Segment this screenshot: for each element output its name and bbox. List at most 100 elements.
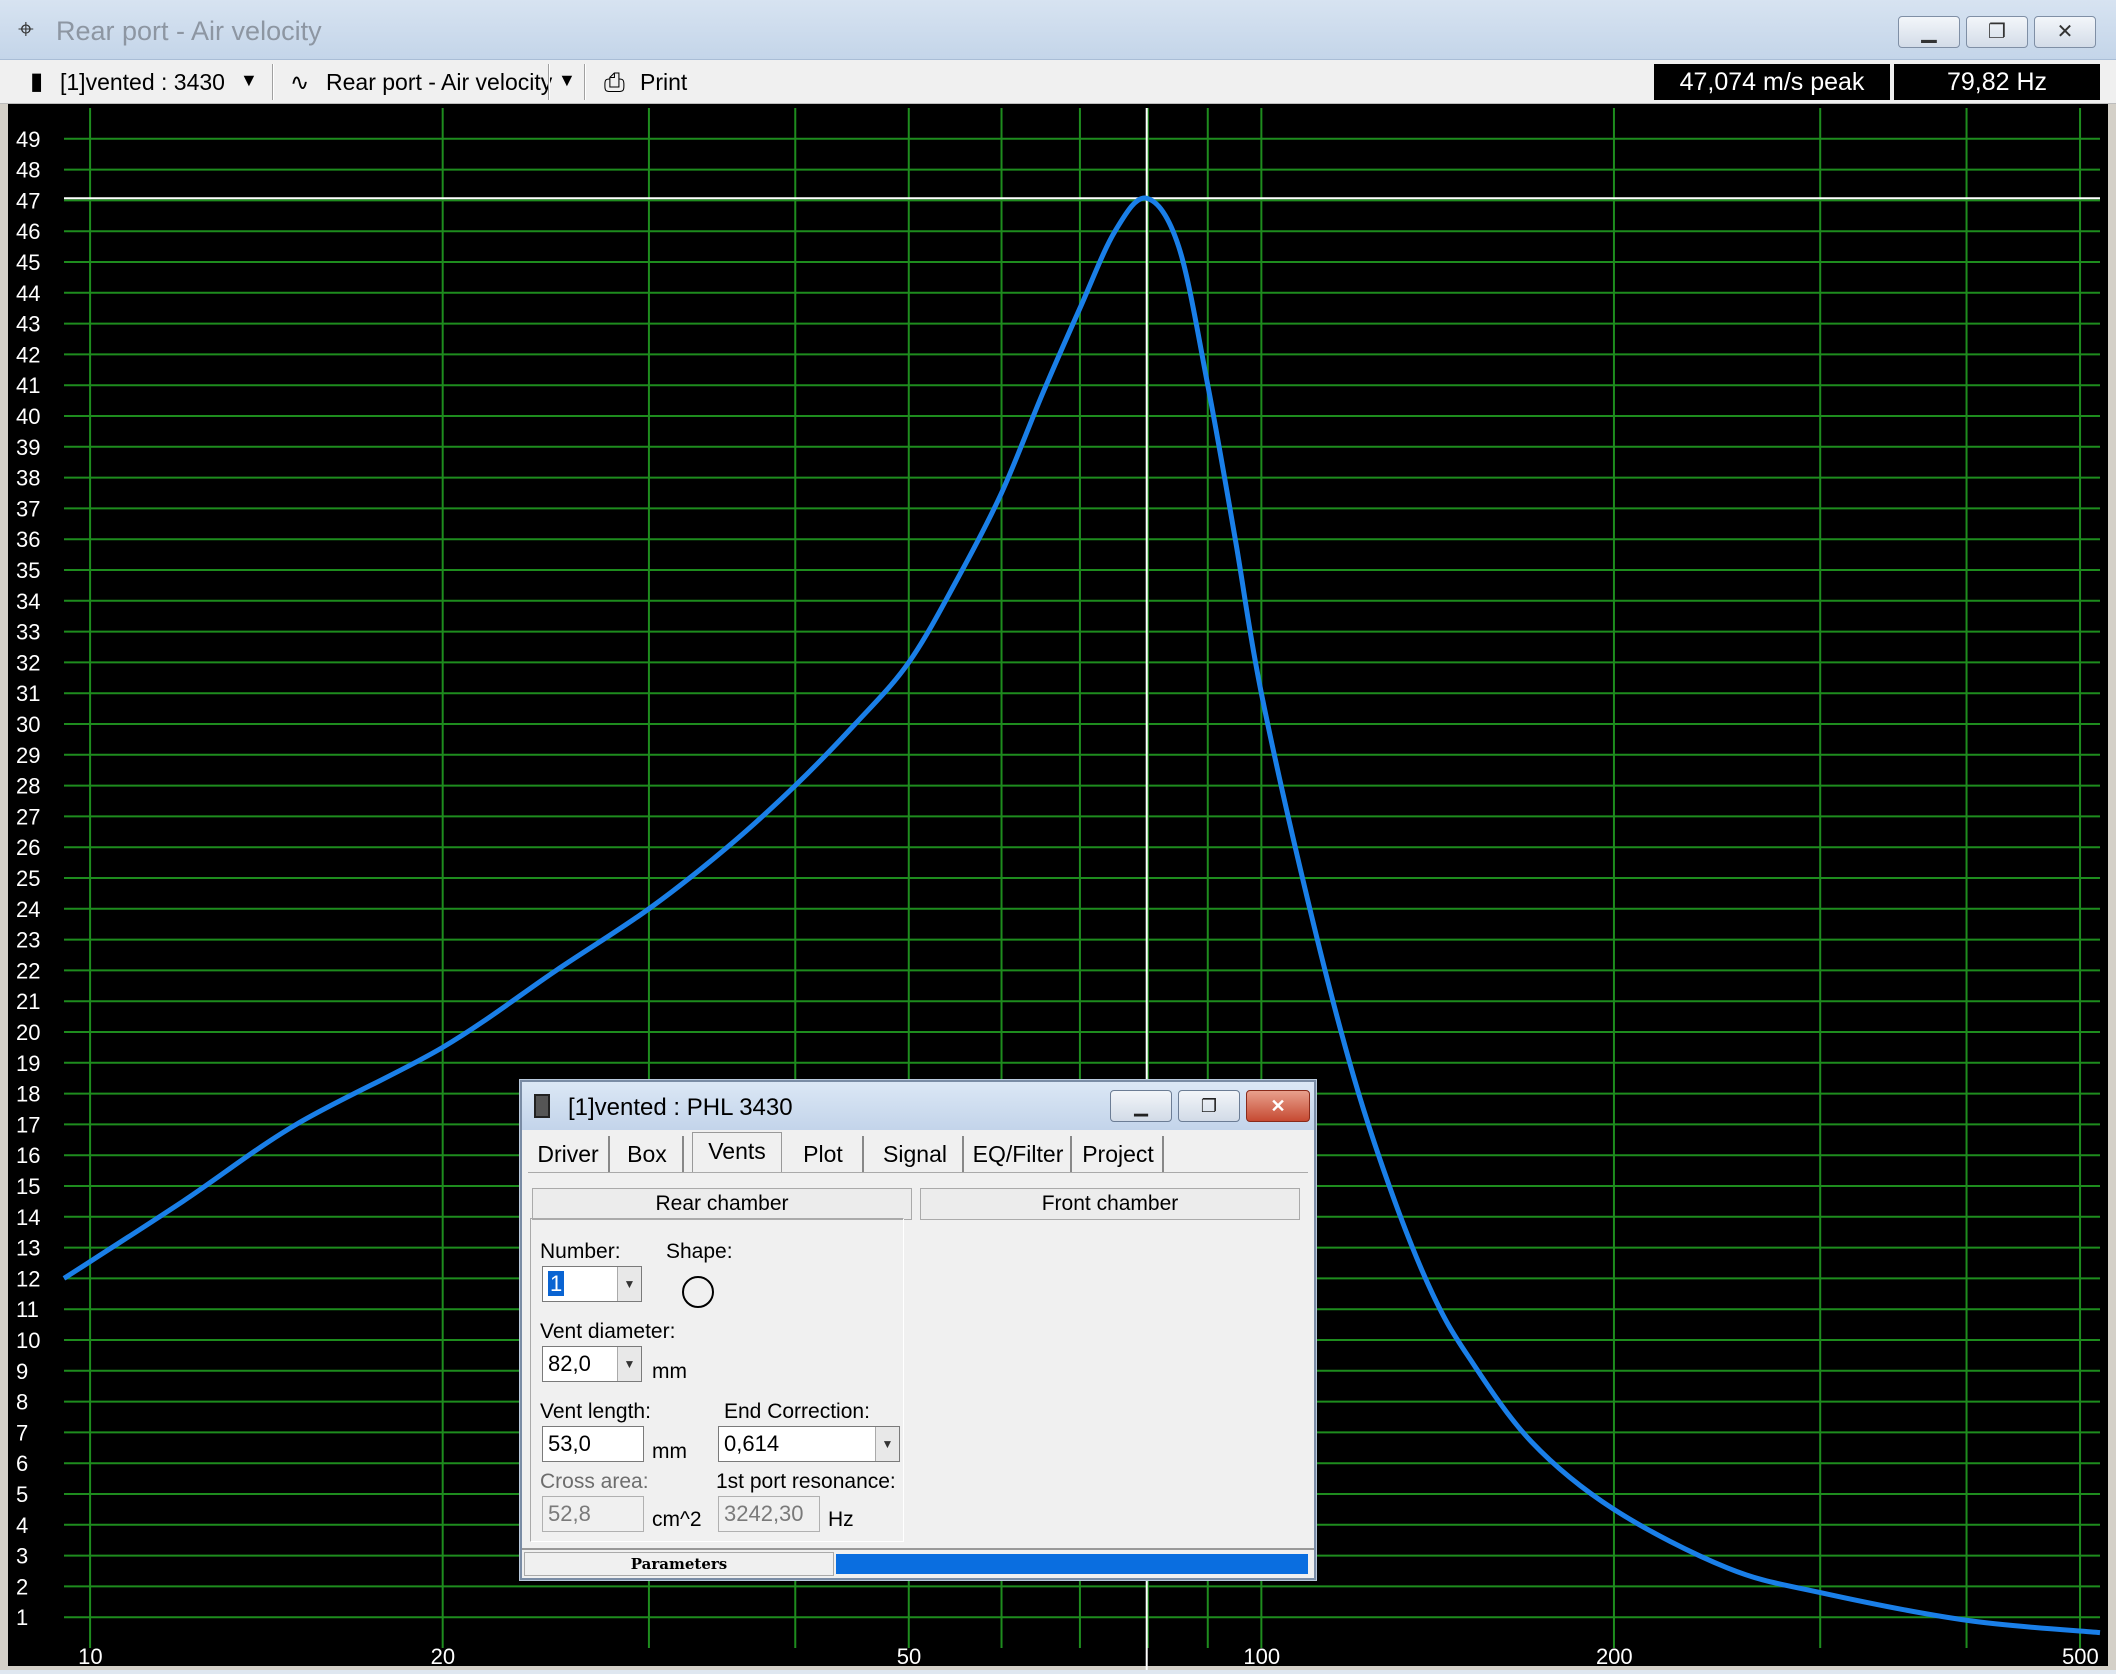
x-tick-label: 10 (78, 1644, 102, 1669)
tab-strip: Driver Box Vents Plot Signal EQ/Filter P… (522, 1132, 1314, 1172)
y-tick-label: 9 (16, 1359, 28, 1384)
y-tick-label: 49 (16, 127, 40, 152)
vent-diameter-value: 82,0 (548, 1351, 591, 1376)
dialog-minimize-button[interactable]: ▁ (1110, 1090, 1172, 1122)
vent-diameter-chevron-down-icon[interactable]: ▼ (617, 1347, 641, 1381)
rear-chamber-button[interactable]: Rear chamber (532, 1188, 912, 1220)
y-tick-label: 37 (16, 496, 40, 521)
window-titlebar[interactable]: ⌖ Rear port - Air velocity ▁ ❐ ✕ (0, 0, 2116, 60)
y-tick-label: 43 (16, 312, 40, 337)
vent-length-input[interactable]: 53,0 (542, 1426, 644, 1462)
y-tick-label: 21 (16, 989, 40, 1014)
status-progress-bar (836, 1554, 1308, 1574)
end-correction-chevron-down-icon[interactable]: ▼ (875, 1427, 899, 1461)
cross-area-unit: cm^2 (652, 1508, 702, 1531)
dialog-restore-button[interactable]: ❐ (1178, 1090, 1240, 1122)
close-button[interactable]: ✕ (2034, 16, 2096, 48)
y-tick-label: 38 (16, 466, 40, 491)
y-tick-label: 32 (16, 650, 40, 675)
tab-signal[interactable]: Signal (868, 1136, 964, 1172)
y-tick-label: 35 (16, 558, 40, 583)
y-tick-label: 7 (16, 1420, 28, 1445)
y-tick-label: 33 (16, 620, 40, 645)
port-resonance-label: 1st port resonance: (716, 1470, 896, 1493)
shape-label: Shape: (666, 1240, 733, 1263)
y-tick-label: 11 (16, 1297, 39, 1322)
y-tick-label: 14 (16, 1205, 40, 1230)
y-tick-label: 34 (16, 589, 40, 614)
y-tick-label: 22 (16, 958, 40, 983)
y-tick-label: 27 (16, 804, 40, 829)
y-tick-label: 26 (16, 835, 40, 860)
end-correction-value: 0,614 (724, 1431, 780, 1456)
y-tick-label: 2 (16, 1574, 28, 1599)
y-tick-label: 3 (16, 1544, 28, 1569)
printer-icon[interactable]: ⎙ (604, 69, 625, 95)
y-tick-label: 17 (16, 1112, 40, 1137)
front-chamber-button[interactable]: Front chamber (920, 1188, 1300, 1220)
y-tick-label: 20 (16, 1020, 40, 1045)
graph-select-chevron-down-icon[interactable]: ▼ (558, 70, 576, 91)
number-chevron-down-icon[interactable]: ▼ (617, 1267, 641, 1301)
circle-shape-icon[interactable] (682, 1276, 714, 1308)
y-tick-label: 28 (16, 774, 40, 799)
project-select-chevron-down-icon[interactable]: ▼ (240, 70, 258, 91)
y-tick-label: 47 (16, 188, 40, 213)
number-value: 1 (548, 1271, 565, 1296)
tab-vents[interactable]: Vents (692, 1132, 782, 1172)
waveform-icon: ∿ (290, 69, 310, 95)
y-tick-label: 19 (16, 1051, 40, 1076)
x-tick-label: 100 (1243, 1644, 1280, 1669)
project-select[interactable]: [1]vented : 3430 (60, 69, 225, 95)
number-dropdown[interactable]: 1 ▼ (542, 1266, 642, 1302)
port-resonance-field: 3242,30 (718, 1496, 820, 1532)
cross-area-field: 52,8 (542, 1496, 644, 1532)
speaker-icon (534, 1094, 550, 1118)
y-tick-label: 16 (16, 1143, 40, 1168)
toolbar: ▮ [1]vented : 3430 ▼ ∿ Rear port - Air v… (0, 60, 2116, 104)
y-tick-label: 6 (16, 1451, 28, 1476)
tab-eq-filter[interactable]: EQ/Filter (966, 1136, 1072, 1172)
end-correction-dropdown[interactable]: 0,614 ▼ (718, 1426, 900, 1462)
y-tick-label: 1 (16, 1605, 28, 1630)
tab-driver[interactable]: Driver (528, 1136, 610, 1172)
x-tick-label: 500 (2062, 1644, 2099, 1669)
y-tick-label: 30 (16, 712, 40, 737)
dialog-titlebar[interactable]: [1]vented : PHL 3430 ▁ ❐ ✕ (522, 1082, 1314, 1130)
dialog-close-button[interactable]: ✕ (1246, 1090, 1310, 1122)
y-tick-label: 8 (16, 1390, 28, 1415)
y-tick-label: 13 (16, 1236, 40, 1261)
speaker-icon: ▮ (30, 68, 44, 95)
y-tick-label: 48 (16, 158, 40, 183)
vent-length-label: Vent length: (540, 1400, 651, 1423)
y-tick-label: 41 (16, 373, 40, 398)
y-tick-label: 25 (16, 866, 40, 891)
y-tick-label: 39 (16, 435, 40, 460)
tab-box[interactable]: Box (612, 1136, 684, 1172)
x-tick-label: 200 (1596, 1644, 1633, 1669)
tab-project[interactable]: Project (1074, 1136, 1164, 1172)
y-tick-label: 5 (16, 1482, 28, 1507)
end-correction-label: End Correction: (724, 1400, 870, 1423)
x-tick-label: 50 (897, 1644, 921, 1669)
y-tick-label: 10 (16, 1328, 40, 1353)
dialog-title: [1]vented : PHL 3430 (568, 1094, 793, 1121)
restore-button[interactable]: ❐ (1966, 16, 2028, 48)
y-tick-label: 44 (16, 281, 40, 306)
vent-diameter-dropdown[interactable]: 82,0 ▼ (542, 1346, 642, 1382)
y-tick-label: 4 (16, 1513, 28, 1538)
y-tick-label: 45 (16, 250, 40, 275)
y-tick-label: 29 (16, 743, 40, 768)
project-dialog[interactable]: [1]vented : PHL 3430 ▁ ❐ ✕ Driver Box Ve… (520, 1080, 1316, 1580)
y-tick-label: 12 (16, 1266, 40, 1291)
peak-readout: 47,074 m/s peak (1654, 64, 1890, 100)
graph-select[interactable]: Rear port - Air velocity (326, 69, 552, 95)
dialog-statusbar: Parameters (522, 1548, 1314, 1578)
vent-length-unit: mm (652, 1440, 687, 1463)
window-title: Rear port - Air velocity (56, 16, 322, 46)
y-tick-label: 24 (16, 897, 40, 922)
minimize-button[interactable]: ▁ (1898, 16, 1960, 48)
port-resonance-unit: Hz (828, 1508, 854, 1531)
tab-plot[interactable]: Plot (784, 1136, 864, 1172)
print-button[interactable]: Print (640, 69, 687, 95)
